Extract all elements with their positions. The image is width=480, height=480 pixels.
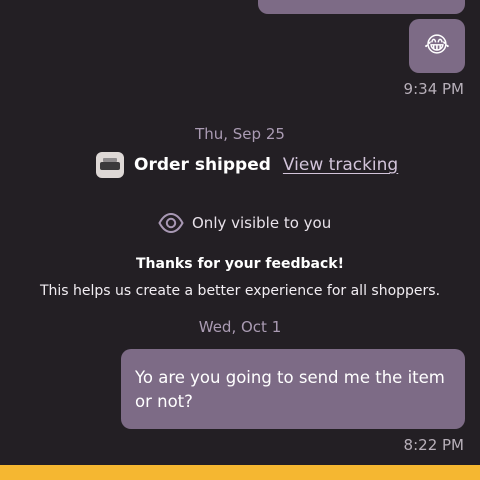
visibility-text: Only visible to you: [192, 214, 332, 232]
visibility-notice: Only visible to you: [158, 212, 331, 234]
message-timestamp: 8:22 PM: [403, 436, 464, 454]
order-status-row: Order shipped View tracking: [96, 152, 398, 178]
message-timestamp: 9:34 PM: [403, 80, 464, 98]
emoji-message-bubble: 😂: [409, 19, 465, 73]
laughing-emoji: 😂: [424, 33, 450, 58]
order-status-label: Order shipped: [134, 155, 271, 175]
sent-message-bubble: Yo are you going to send me the item or …: [121, 349, 465, 429]
date-divider: Thu, Sep 25: [195, 125, 285, 143]
eye-icon: [158, 212, 184, 234]
previous-message-bubble: [258, 0, 465, 14]
bottom-banner: [0, 465, 480, 480]
date-divider: Wed, Oct 1: [198, 318, 282, 336]
feedback-body: This helps us create a better experience…: [39, 283, 441, 299]
feedback-title: Thanks for your feedback!: [136, 256, 344, 272]
product-thumbnail-icon: [96, 152, 124, 178]
view-tracking-link[interactable]: View tracking: [283, 155, 398, 175]
